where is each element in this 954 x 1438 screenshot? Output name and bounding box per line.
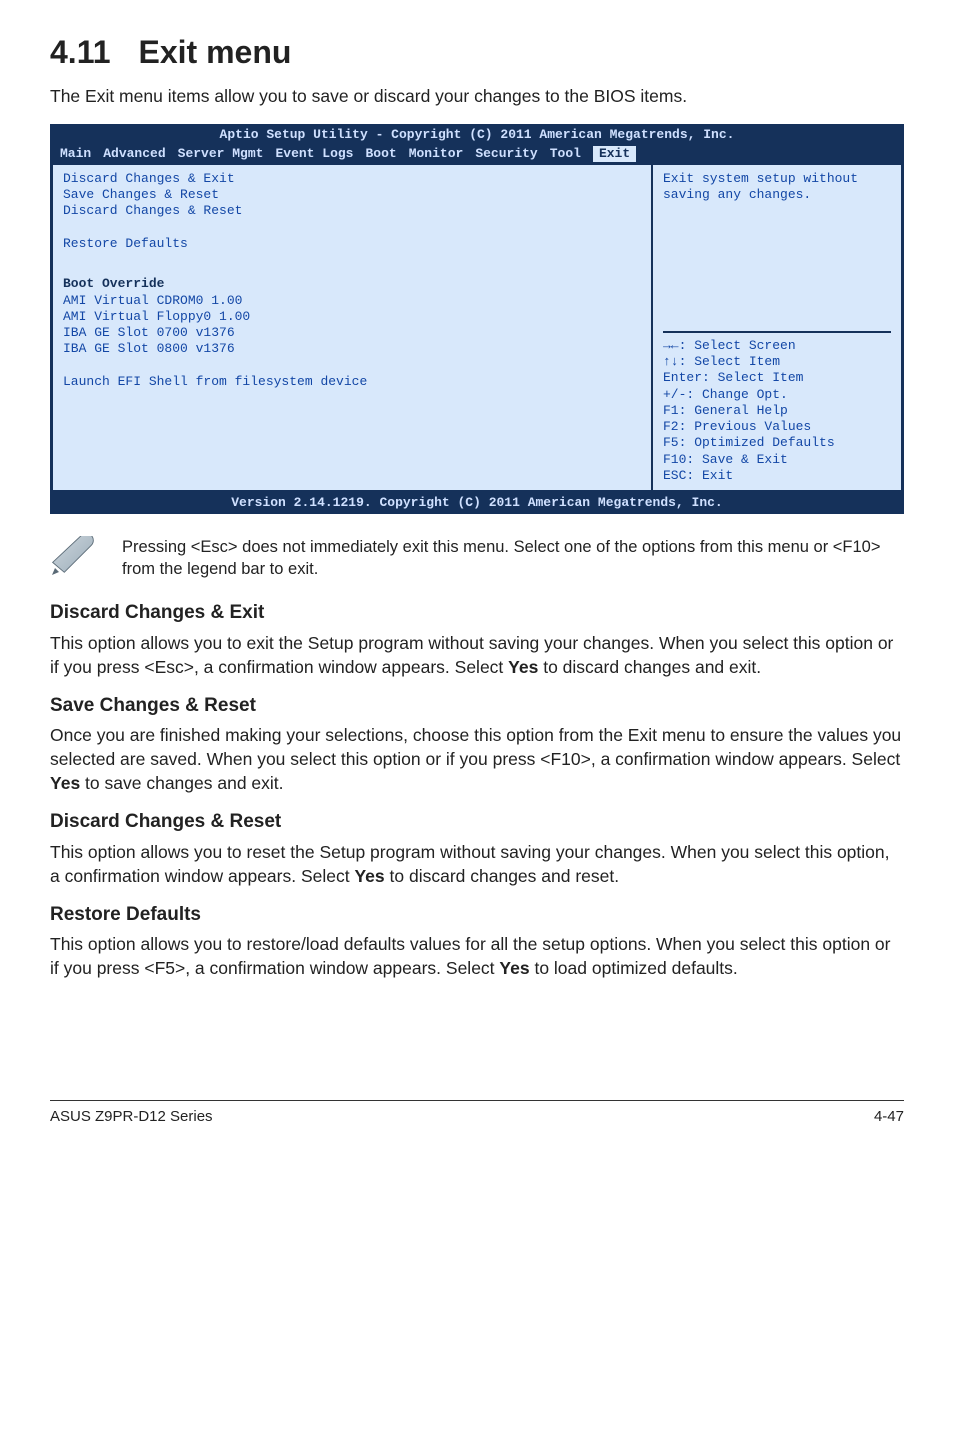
subsection-body: Once you are finished making your select… <box>50 723 904 795</box>
bios-key-hint: Enter: Select Item <box>663 370 891 386</box>
bios-menu-option[interactable]: Restore Defaults <box>63 236 641 252</box>
subsection-heading: Restore Defaults <box>50 902 904 928</box>
bios-left-pane: Discard Changes & ExitSave Changes & Res… <box>53 165 653 490</box>
bios-key-hint: ↑↓: Select Item <box>663 354 891 370</box>
keyword: Yes <box>50 773 80 793</box>
bios-key-hint: F2: Previous Values <box>663 419 891 435</box>
bios-title-bar: Aptio Setup Utility - Copyright (C) 2011… <box>50 124 904 145</box>
bios-menu-item[interactable]: Security <box>475 146 537 162</box>
bios-body: Discard Changes & ExitSave Changes & Res… <box>50 165 904 493</box>
subsection-body: This option allows you to restore/load d… <box>50 932 904 980</box>
bios-key-hint: +/-: Change Opt. <box>663 387 891 403</box>
bios-menu-option[interactable]: Save Changes & Reset <box>63 187 641 203</box>
bios-menu-option[interactable]: IBA GE Slot 0800 v1376 <box>63 341 641 357</box>
bios-menu-option[interactable]: IBA GE Slot 0700 v1376 <box>63 325 641 341</box>
bios-screenshot: Aptio Setup Utility - Copyright (C) 2011… <box>50 124 904 514</box>
bios-help-text: Exit system setup without saving any cha… <box>663 171 891 331</box>
bios-menu-option[interactable]: AMI Virtual CDROM0 1.00 <box>63 293 641 309</box>
footer-left: ASUS Z9PR-D12 Series <box>50 1107 213 1128</box>
section-title: Exit menu <box>139 34 292 70</box>
bios-menu-item[interactable]: Main <box>60 146 91 162</box>
bios-menu-item[interactable]: Exit <box>593 146 636 162</box>
bios-menu-item[interactable]: Boot <box>365 146 396 162</box>
bios-menu-item[interactable]: Monitor <box>409 146 464 162</box>
spacer <box>63 358 641 374</box>
bios-key-hint: F1: General Help <box>663 403 891 419</box>
bios-key-hint: F10: Save & Exit <box>663 452 891 468</box>
bios-help-pane: Exit system setup without saving any cha… <box>653 165 901 490</box>
bios-menu-option[interactable]: AMI Virtual Floppy0 1.00 <box>63 309 641 325</box>
footer-right: 4-47 <box>874 1107 904 1128</box>
subsection-body: This option allows you to exit the Setup… <box>50 631 904 679</box>
bios-menu-option[interactable]: Discard Changes & Reset <box>63 203 641 219</box>
bios-menu-item[interactable]: Advanced <box>103 146 165 162</box>
keyword: Yes <box>499 958 529 978</box>
bios-key-hint: ESC: Exit <box>663 468 891 484</box>
section-number: 4.11 <box>50 34 111 70</box>
subsection-heading: Discard Changes & Exit <box>50 600 904 626</box>
page-heading: 4.11 Exit menu <box>50 30 904 74</box>
subsection-heading: Discard Changes & Reset <box>50 809 904 835</box>
bios-menu-item[interactable]: Server Mgmt <box>178 146 264 162</box>
bios-menu-option[interactable]: Discard Changes & Exit <box>63 171 641 187</box>
bios-footer: Version 2.14.1219. Copyright (C) 2011 Am… <box>50 493 904 514</box>
keyword: Yes <box>354 866 384 886</box>
subsection-body: This option allows you to reset the Setu… <box>50 840 904 888</box>
bios-menu-bar: Main Advanced Server Mgmt Event Logs Boot Mon… <box>50 146 904 165</box>
note-row: Pressing <Esc> does not immediately exit… <box>50 534 904 582</box>
bios-menu-option[interactable]: Launch EFI Shell from filesystem device <box>63 374 641 390</box>
spacer <box>63 252 641 268</box>
spacer <box>63 220 641 236</box>
bios-section-header: Boot Override <box>63 276 641 292</box>
bios-key-legend: →←: Select Screen↑↓: Select ItemEnter: S… <box>663 331 891 484</box>
bios-menu-item[interactable]: Event Logs <box>275 146 353 162</box>
pencil-note-icon <box>50 534 106 582</box>
bios-menu-item[interactable]: Tool <box>550 146 581 162</box>
page-footer: ASUS Z9PR-D12 Series 4-47 <box>50 1100 904 1128</box>
note-text: Pressing <Esc> does not immediately exit… <box>122 536 904 582</box>
keyword: Yes <box>508 657 538 677</box>
bios-key-hint: F5: Optimized Defaults <box>663 435 891 451</box>
intro-text: The Exit menu items allow you to save or… <box>50 84 904 108</box>
bios-key-hint: →←: Select Screen <box>663 338 891 354</box>
subsection-heading: Save Changes & Reset <box>50 693 904 719</box>
